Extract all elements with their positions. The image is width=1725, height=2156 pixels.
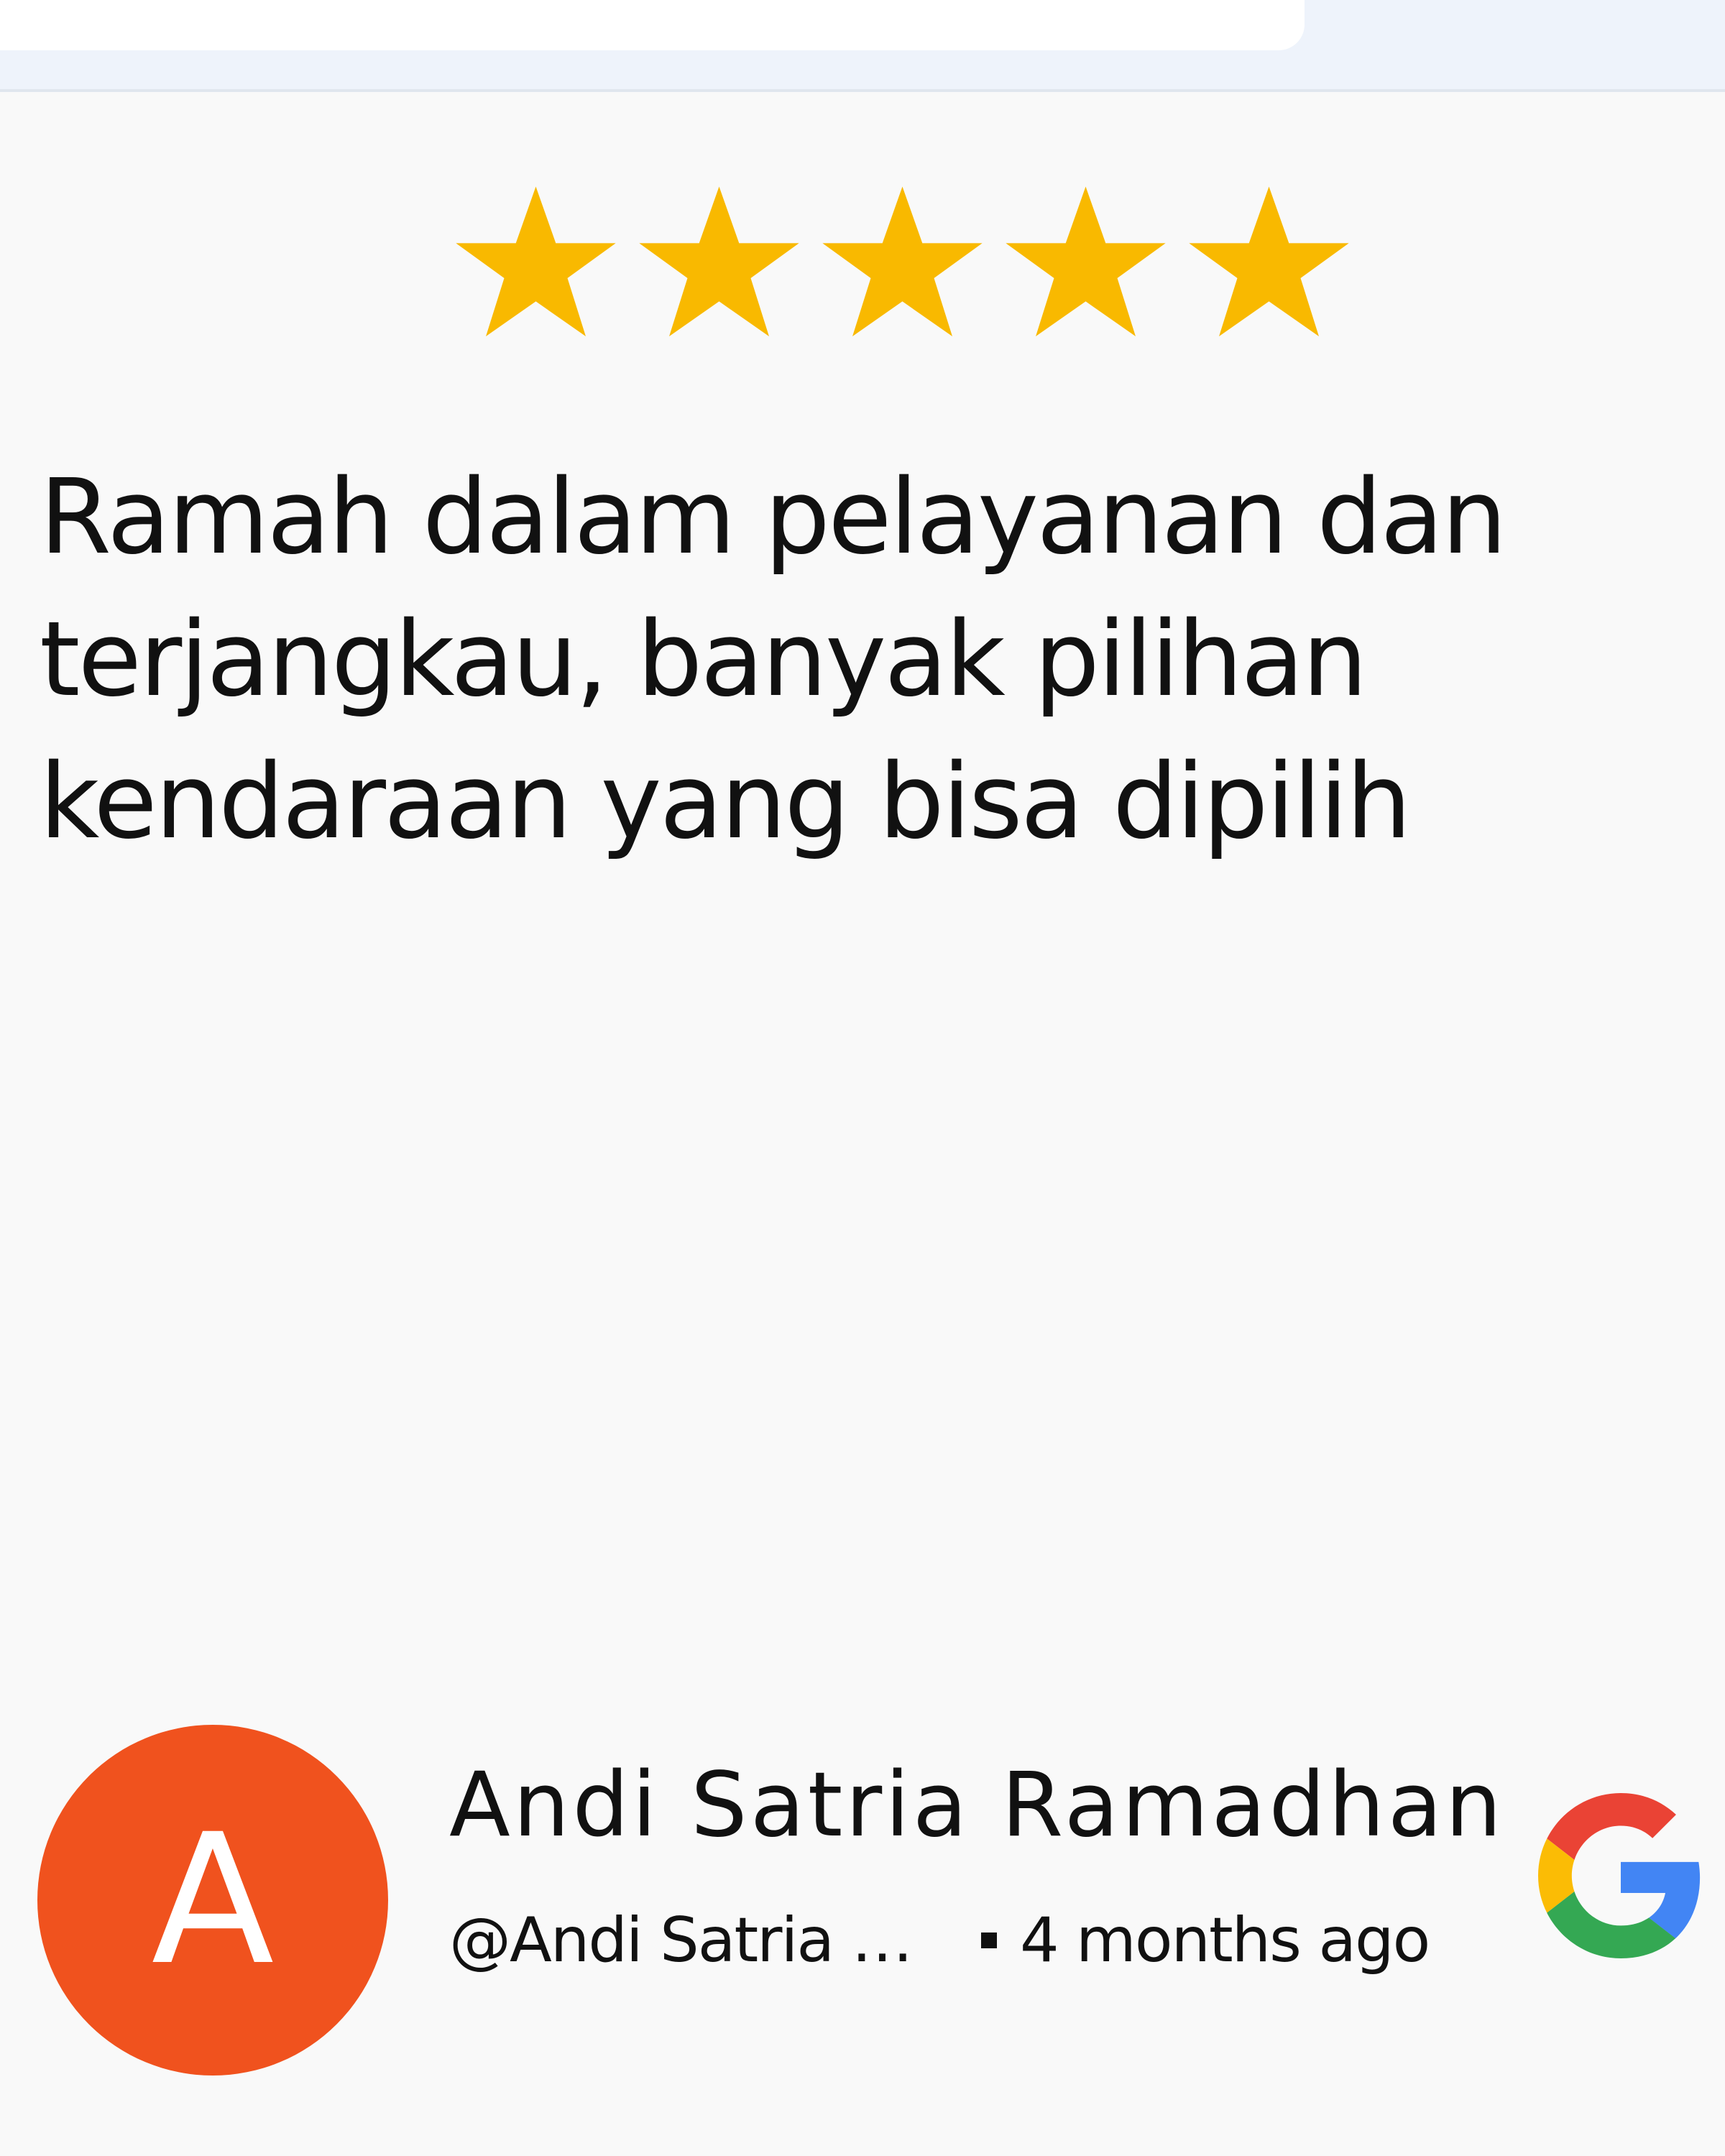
star-icon — [1189, 186, 1349, 337]
review-text: Ramah dalam pelayanan dan terjangkau, ba… — [40, 456, 1507, 862]
top-bar — [0, 0, 1725, 92]
avatar-letter: A — [151, 1795, 275, 2004]
star-rating — [444, 183, 1361, 341]
review-card: Ramah dalam pelayanan dan terjangkau, ba… — [0, 0, 1725, 2156]
top-input-field[interactable] — [0, 0, 1305, 50]
author-name[interactable]: Andi Satria Ramadhan — [449, 1754, 1504, 1857]
avatar[interactable]: A — [37, 1725, 388, 2076]
author-handle[interactable]: @Andi Satria R... — [449, 1904, 938, 1976]
review-meta: @Andi Satria R... 4 months ago — [449, 1904, 1430, 1976]
review-time: 4 months ago — [1020, 1904, 1430, 1976]
star-icon — [456, 186, 616, 337]
google-g-icon[interactable] — [1538, 1793, 1703, 1958]
separator-dot — [981, 1932, 997, 1948]
star-icon — [639, 186, 799, 337]
star-icon — [822, 186, 983, 337]
star-icon — [1006, 186, 1166, 337]
